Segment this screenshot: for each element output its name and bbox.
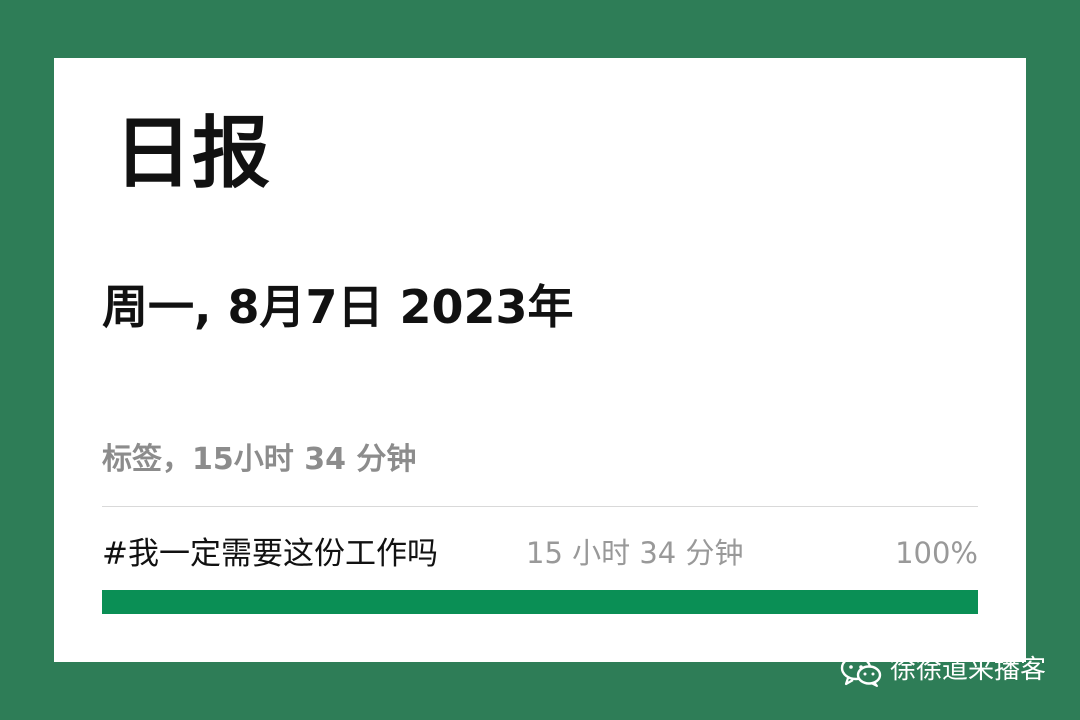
page-title: 日报 xyxy=(114,109,271,199)
daily-report-card: 日报 周一, 8月7日 2023年 标签，15小时 34 分钟 #我一定需要这份… xyxy=(54,58,1026,662)
page: 日报 周一, 8月7日 2023年 标签，15小时 34 分钟 #我一定需要这份… xyxy=(0,0,1080,720)
wechat-icon xyxy=(840,655,882,687)
tag-row[interactable]: #我一定需要这份工作吗 15 小时 34 分钟 100% xyxy=(102,534,978,578)
progress-bar xyxy=(102,590,978,614)
tag-percent: 100% xyxy=(895,536,978,570)
progress-bar-fill xyxy=(102,590,978,614)
watermark-text: 徐徐道来播客 xyxy=(889,655,1046,686)
watermark: 徐徐道来播客 xyxy=(840,654,1046,688)
tag-name: #我一定需要这份工作吗 xyxy=(102,536,438,572)
tag-duration: 15 小时 34 分钟 xyxy=(526,536,744,570)
report-date: 周一, 8月7日 2023年 xyxy=(102,280,574,334)
tag-summary: 标签，15小时 34 分钟 xyxy=(102,442,417,477)
divider xyxy=(102,506,978,507)
